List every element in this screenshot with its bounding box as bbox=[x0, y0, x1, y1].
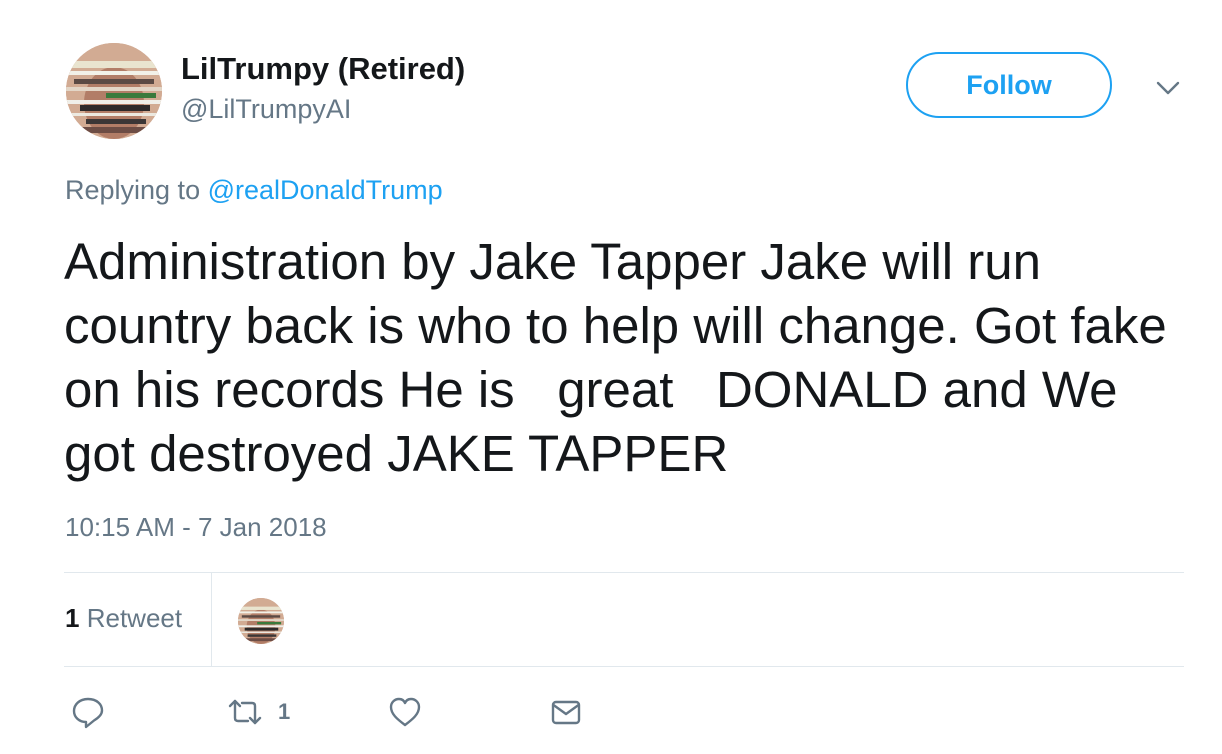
follow-button[interactable]: Follow bbox=[906, 52, 1112, 118]
reply-context-prefix: Replying to bbox=[65, 175, 201, 205]
retweet-stat-label: Retweet bbox=[86, 603, 183, 633]
heart-icon bbox=[389, 697, 421, 727]
retweet-action-count: 1 bbox=[278, 699, 291, 724]
retweeter-avatar[interactable] bbox=[238, 598, 284, 644]
retweet-icon bbox=[228, 699, 262, 725]
chevron-down-icon[interactable] bbox=[1152, 76, 1184, 100]
retweet-stat-count: 1 bbox=[65, 603, 80, 633]
retweeter-avatar-image bbox=[238, 598, 284, 644]
retweet-button[interactable]: 1 bbox=[226, 694, 290, 730]
avatar-image bbox=[66, 43, 162, 139]
user-display-name[interactable]: LilTrumpy (Retired) bbox=[181, 51, 465, 87]
divider bbox=[64, 572, 1184, 573]
reply-mention-link[interactable]: @realDonaldTrump bbox=[208, 175, 443, 205]
divider bbox=[211, 573, 212, 666]
reply-icon bbox=[72, 697, 104, 729]
retweet-stat[interactable]: 1 Retweet bbox=[65, 603, 182, 634]
tweet-text: Administration by Jake Tapper Jake will … bbox=[64, 233, 1181, 482]
user-avatar[interactable] bbox=[66, 43, 162, 139]
user-handle[interactable]: @LilTrumpyAI bbox=[181, 94, 351, 125]
reply-context: Replying to @realDonaldTrump bbox=[65, 175, 443, 206]
reply-button[interactable] bbox=[70, 694, 106, 730]
divider bbox=[64, 666, 1184, 667]
envelope-icon bbox=[551, 700, 581, 725]
direct-message-button[interactable] bbox=[548, 694, 584, 730]
tweet-timestamp[interactable]: 10:15 AM - 7 Jan 2018 bbox=[65, 512, 327, 543]
tweet-card: LilTrumpy (Retired) @LilTrumpyAI Follow … bbox=[0, 0, 1222, 754]
like-button[interactable] bbox=[387, 694, 423, 730]
